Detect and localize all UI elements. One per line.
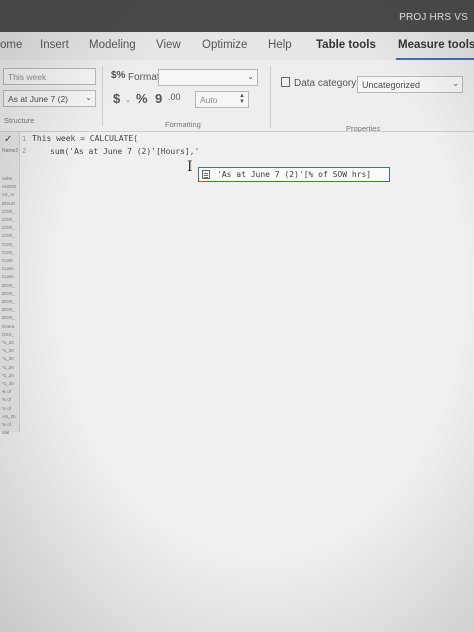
chevron-down-icon: ⌄ [85, 93, 92, 102]
stepper-arrows-icon: ▲ ▼ [239, 93, 245, 105]
formatting-group-label: Formatting [165, 120, 201, 129]
chevron-down-icon: ⌄ [452, 79, 459, 88]
tab-measure-tools[interactable]: Measure tools [398, 39, 474, 51]
field-list-item[interactable]: otal [2, 430, 9, 435]
tab-table-tools[interactable]: Table tools [316, 39, 376, 51]
tab-home[interactable]: ome [0, 39, 22, 51]
currency-button[interactable]: $ [113, 91, 120, 106]
tab-optimize[interactable]: Optimize [202, 39, 247, 51]
field-list-item[interactable]: COO_ [2, 209, 15, 214]
field-list-item[interactable]: % of [2, 422, 11, 427]
dax-editor[interactable]: Name2 Admi AUDIO A2_Ar BOUO COO_ COO_ COO_ COO_… [0, 132, 474, 632]
line-number: 2 [22, 147, 27, 155]
tab-insert[interactable]: Insert [40, 39, 69, 51]
field-list-item[interactable]: COO_ [2, 250, 15, 255]
tab-view[interactable]: View [156, 39, 181, 51]
field-list-item[interactable]: Contr [2, 258, 13, 263]
field-list-item[interactable]: DOO_ [2, 291, 15, 296]
field-list-item[interactable]: COO_ [2, 225, 15, 230]
ribbon: This week As at June 7 (2) ⌄ Structure $… [0, 60, 474, 133]
group-divider [102, 66, 103, 126]
title-bar: PROJ HRS VS [0, 0, 474, 32]
data-category-icon [281, 77, 290, 87]
panel-label: Name2 [2, 148, 19, 154]
window-title: PROJ HRS VS [399, 12, 468, 23]
field-list-item[interactable]: Custo [2, 274, 14, 279]
autocomplete-text: 'As at June 7 (2)'[% of SOW hrs] [217, 170, 372, 179]
field-list-item[interactable]: DOO_ [2, 283, 15, 288]
field-list-item[interactable]: COO_ [2, 217, 15, 222]
format-icon: $% [111, 70, 126, 81]
text-cursor-icon: I [187, 159, 193, 175]
check-icon[interactable]: ✓ [4, 134, 12, 145]
field-list-item[interactable]: % of [2, 389, 11, 394]
decimal-places-value: Auto [200, 95, 218, 105]
column-icon [202, 170, 210, 179]
data-category-label: Data category [294, 78, 357, 89]
field-list-item[interactable]: % of [2, 406, 11, 411]
field-list-item[interactable]: COO_ [2, 242, 15, 247]
autocomplete-suggestion[interactable]: 'As at June 7 (2)'[% of SOW hrs] [198, 167, 390, 182]
field-list-item[interactable]: AS_20 [2, 414, 16, 419]
ribbon-tabs: ome Insert Modeling View Optimize Help T… [0, 32, 474, 60]
field-list-item[interactable]: *1_20 [2, 348, 14, 353]
field-list-item[interactable]: AUDIO [2, 184, 16, 189]
code-line-2[interactable]: sum('As at June 7 (2)'[Hours],' [50, 147, 199, 156]
data-category-value: Uncategorized [362, 80, 421, 90]
format-select[interactable]: ⌄ [158, 69, 258, 86]
percent-button[interactable]: % [136, 91, 148, 106]
code-line-1[interactable]: This week = CALCULATE( [32, 134, 138, 143]
field-list-item[interactable]: BOUO [2, 201, 15, 206]
field-list-item[interactable]: *1_20 [2, 340, 14, 345]
decimals-button[interactable]: .00 [168, 92, 181, 102]
measure-name-field[interactable]: This week [3, 68, 96, 85]
field-list-item[interactable]: Overa [2, 324, 14, 329]
field-list-item[interactable]: Custo [2, 266, 14, 271]
field-list-item[interactable]: *1_20 [2, 381, 14, 386]
tab-modeling[interactable]: Modeling [89, 39, 136, 51]
decimal-places-stepper[interactable]: Auto ▲ ▼ [195, 91, 249, 108]
comma-button[interactable]: 9 [155, 91, 162, 106]
field-list-item[interactable]: *1_20 [2, 373, 14, 378]
field-list-item[interactable]: % of [2, 397, 11, 402]
field-list-item[interactable]: DOO_ [2, 315, 15, 320]
group-divider [270, 66, 271, 128]
field-list-item[interactable]: Admi [2, 176, 12, 181]
tab-help[interactable]: Help [268, 39, 292, 51]
field-list-item[interactable]: *1_20 [2, 365, 14, 370]
field-list-item[interactable]: DOO_ [2, 307, 15, 312]
format-label: Format [128, 72, 160, 83]
field-list-item[interactable]: A2_Ar [2, 192, 15, 197]
field-list-item[interactable]: *1_20 [2, 356, 14, 361]
field-list-item[interactable]: OSS_ [2, 332, 14, 337]
chevron-down-icon: ⌄ [247, 72, 254, 81]
structure-group-label: Structure [4, 116, 35, 125]
measure-name-value: This week [8, 72, 47, 82]
data-category-select[interactable]: Uncategorized ⌄ [357, 76, 463, 93]
home-table-value: As at June 7 (2) [8, 94, 69, 104]
chevron-down-icon[interactable]: ⌄ [125, 96, 131, 104]
field-list-item[interactable]: DOO_ [2, 299, 15, 304]
field-list-item[interactable]: COO_ [2, 233, 15, 238]
line-number: 1 [22, 135, 27, 143]
home-table-select[interactable]: As at June 7 (2) ⌄ [3, 90, 96, 107]
